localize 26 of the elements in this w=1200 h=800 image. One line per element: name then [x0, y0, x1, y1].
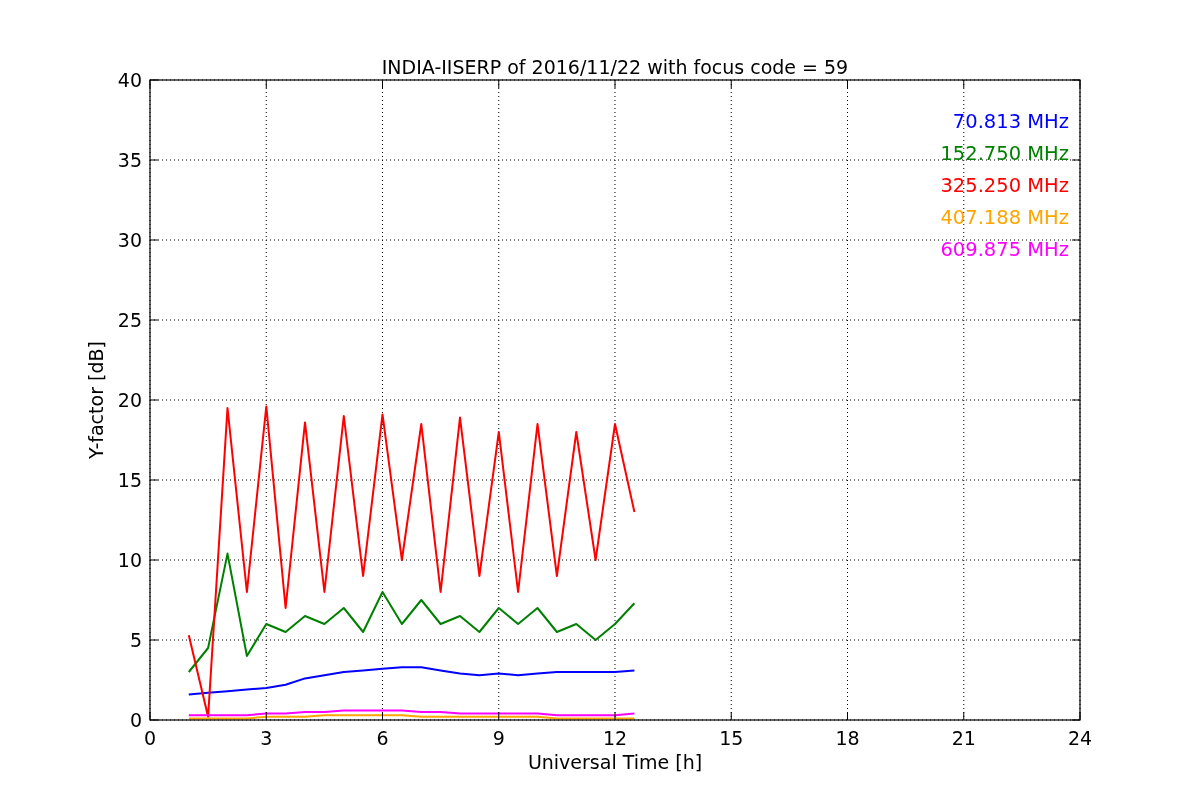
chart-title: INDIA-IISERP of 2016/11/22 with focus code = 59 [381, 56, 849, 78]
y-tick-label: 30 [117, 229, 142, 251]
x-tick-label: 18 [835, 727, 860, 749]
legend-label: 152.750 MHz [940, 142, 1069, 165]
y-tick-label: 35 [117, 149, 142, 171]
x-tick-label: 0 [143, 727, 157, 749]
y-tick-label: 0 [129, 709, 142, 731]
x-tick-label: 3 [260, 727, 273, 749]
legend-label: 70.813 MHz [952, 110, 1069, 133]
y-tick-label: 20 [117, 389, 142, 411]
y-tick-label: 5 [129, 629, 142, 651]
y-tick-label: 25 [117, 309, 142, 331]
x-tick-label: 12 [602, 727, 628, 749]
y-tick-label: 10 [117, 549, 142, 571]
legend-label: 609.875 MHz [940, 238, 1069, 261]
y-axis-label: Y-factor [dB] [85, 341, 107, 459]
x-axis-label: Universal Time [h] [527, 751, 703, 773]
x-tick-label: 6 [376, 727, 389, 749]
x-tick-label: 21 [951, 727, 976, 749]
x-tick-label: 9 [492, 727, 505, 749]
y-tick-label: 15 [117, 469, 142, 491]
legend-label: 325.250 MHz [940, 174, 1069, 197]
legend-label: 407.188 MHz [940, 206, 1069, 229]
x-tick-label: 15 [719, 727, 744, 749]
x-tick-label: 24 [1067, 727, 1093, 749]
y-tick-label: 40 [117, 69, 142, 91]
